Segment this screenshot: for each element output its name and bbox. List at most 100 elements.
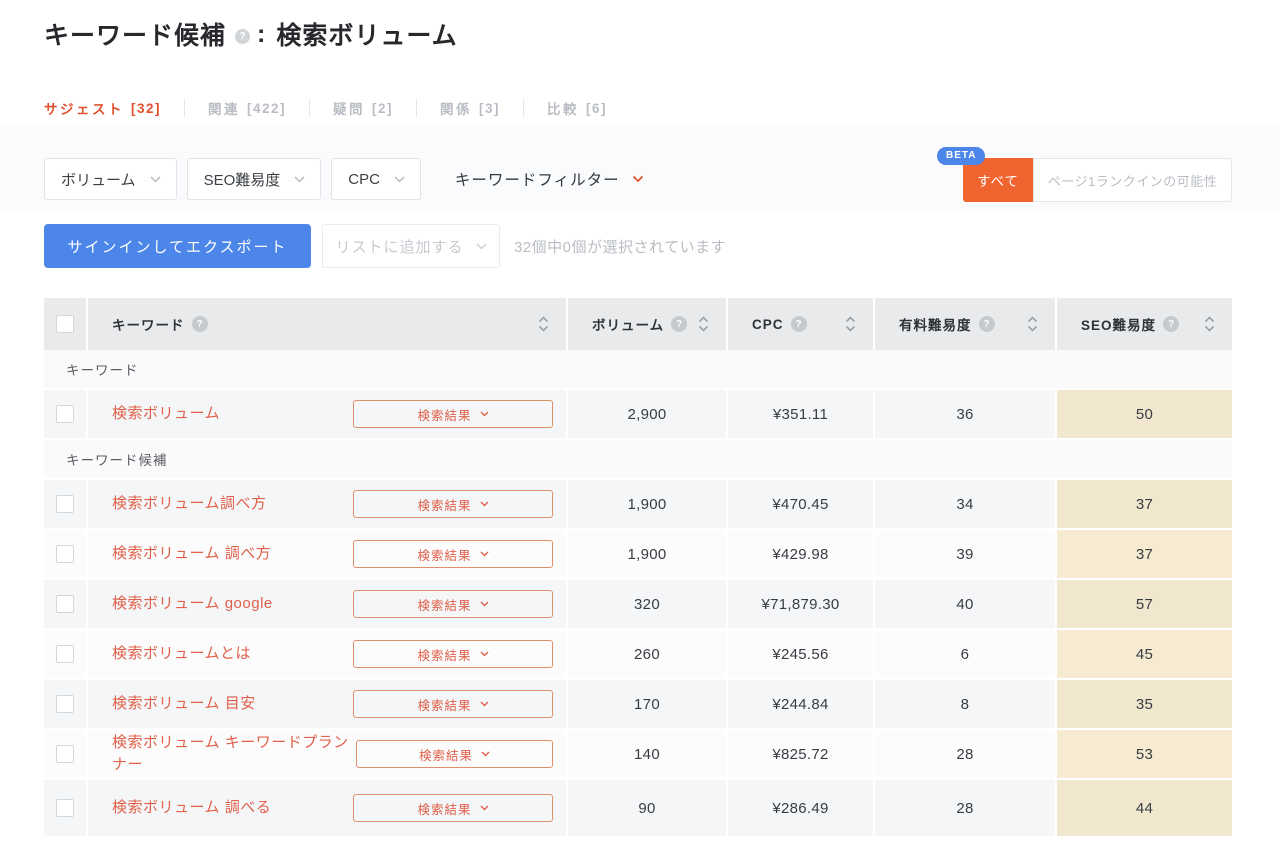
row-checkbox[interactable] [56,595,74,613]
header-checkbox-cell [44,298,88,350]
seo-difficulty-cell: 57 [1057,580,1232,628]
keyword-link[interactable]: 検索ボリューム調べ方 [88,493,267,515]
search-results-button[interactable]: 検索結果 [353,794,553,822]
sort-control[interactable] [1026,315,1039,333]
tab-count: [2] [372,100,394,116]
row-checkbox-cell [44,630,88,678]
search-results-button[interactable]: 検索結果 [353,690,553,718]
volume-cell: 1,900 [568,480,728,528]
add-to-list-button[interactable]: リストに追加する [322,224,500,268]
help-icon[interactable]: ? [235,28,251,44]
page-title: キーワード候補 ? : 検索ボリューム [44,16,458,52]
keyword-cell: 検索ボリュームとは 検索結果 [88,630,568,678]
row-checkbox[interactable] [56,695,74,713]
seo-difficulty-cell: 37 [1057,480,1232,528]
tab[interactable]: 比較 [6] [524,99,630,118]
toggle-page1-button[interactable]: ページ1ランクインの可能性 [1033,158,1232,202]
filter-dropdown[interactable]: ボリューム [44,158,177,200]
table-row: 検索ボリューム 調べる 検索結果 90 ¥286.49 28 44 [44,780,1232,838]
keyword-link[interactable]: 検索ボリューム 調べる [88,797,271,819]
chevron-down-icon [480,651,489,657]
paid-difficulty-cell: 28 [875,780,1057,836]
search-results-label: 検索結果 [417,698,472,713]
tab-count: [6] [586,100,608,116]
keyword-link[interactable]: 検索ボリューム 調べ方 [88,543,271,565]
table-row: 検索ボリューム 検索結果 2,900 ¥351.11 36 50 [44,390,1232,440]
chevron-down-icon [480,551,489,557]
sort-control[interactable] [537,315,550,333]
seo-difficulty-cell: 50 [1057,390,1232,438]
table-body: キーワード 検索ボリューム 検索結果 2,900 ¥351.11 36 50 キ… [44,350,1232,838]
volume-cell: 170 [568,680,728,728]
keyword-link[interactable]: 検索ボリューム キーワードプランナー [88,732,356,776]
chevron-down-icon [394,175,405,183]
keyword-filter-button[interactable]: キーワードフィルター [455,168,644,190]
help-icon[interactable]: ? [1163,316,1180,332]
sort-arrows-icon [845,316,856,332]
selection-info: 32個中0個が選択されています [514,238,727,256]
tab-label: 関係 [440,102,473,117]
filter-dropdown[interactable]: SEO難易度 [186,158,322,200]
filter-dropdown[interactable]: CPC [331,158,421,200]
chevron-down-icon [481,751,490,757]
signin-export-button[interactable]: サインインしてエクスポート [44,224,311,268]
search-results-button[interactable]: 検索結果 [356,740,553,768]
column-header[interactable]: 有料難易度 ? [875,298,1057,350]
tab-label: 関連 [208,102,241,117]
seo-difficulty-cell: 44 [1057,780,1232,836]
search-results-button[interactable]: 検索結果 [353,590,553,618]
page-title-text: キーワード候補 [44,22,227,50]
search-results-button[interactable]: 検索結果 [353,640,553,668]
tab-label: 比較 [547,102,580,117]
help-icon[interactable]: ? [191,316,208,332]
keyword-link[interactable]: 検索ボリューム [88,403,220,425]
chevron-down-icon [475,242,487,250]
tab-label: サジェスト [44,102,124,117]
chevron-down-icon [294,175,305,183]
search-results-label: 検索結果 [417,408,472,423]
sort-control[interactable] [844,315,857,333]
column-header[interactable]: ボリューム ? [568,298,728,350]
row-checkbox[interactable] [56,799,74,817]
row-checkbox[interactable] [56,495,74,513]
sort-control[interactable] [1203,315,1216,333]
tab-count: [32] [131,100,162,116]
sort-arrows-icon [1027,316,1038,332]
search-results-button[interactable]: 検索結果 [353,540,553,568]
column-header[interactable]: SEO難易度 ? [1057,298,1232,350]
tab[interactable]: 関連 [422] [185,99,311,117]
help-icon[interactable]: ? [671,316,688,332]
sort-arrows-icon [698,316,709,332]
row-checkbox[interactable] [56,645,74,663]
volume-cell: 2,900 [568,390,728,438]
help-icon[interactable]: ? [978,316,995,332]
keyword-filter-label: キーワードフィルター [454,172,620,189]
search-results-button[interactable]: 検索結果 [353,400,553,428]
help-icon[interactable]: ? [790,316,807,332]
keywords-table: キーワード ? ボリューム ? CPC ? 有料難易度 ? SEO難易度 ? キ… [44,298,1232,838]
keyword-link[interactable]: 検索ボリューム 目安 [88,693,256,715]
chevron-down-icon [150,175,161,183]
paid-difficulty-cell: 40 [875,580,1057,628]
column-header[interactable]: CPC ? [728,298,875,350]
keyword-link[interactable]: 検索ボリュームとは [88,643,251,665]
tab[interactable]: 疑問 [2] [310,99,418,117]
cpc-cell: ¥351.11 [728,390,875,438]
search-results-button[interactable]: 検索結果 [353,490,553,518]
select-all-checkbox[interactable] [56,315,74,333]
paid-difficulty-cell: 36 [875,390,1057,438]
table-header: キーワード ? ボリューム ? CPC ? 有料難易度 ? SEO難易度 ? [44,298,1232,350]
row-checkbox[interactable] [56,545,74,563]
volume-cell: 260 [568,630,728,678]
column-header[interactable]: キーワード ? [88,298,568,350]
row-checkbox[interactable] [56,405,74,423]
table-row: 検索ボリューム調べ方 検索結果 1,900 ¥470.45 34 37 [44,480,1232,530]
row-checkbox[interactable] [56,745,74,763]
search-results-label: 検索結果 [417,648,472,663]
keyword-link[interactable]: 検索ボリューム google [88,593,273,615]
tab[interactable]: サジェスト [32] [44,99,186,117]
row-checkbox-cell [44,780,88,836]
keyword-cell: 検索ボリューム 調べる 検索結果 [88,780,568,836]
tab[interactable]: 関係 [3] [417,99,525,117]
sort-control[interactable] [697,315,710,333]
